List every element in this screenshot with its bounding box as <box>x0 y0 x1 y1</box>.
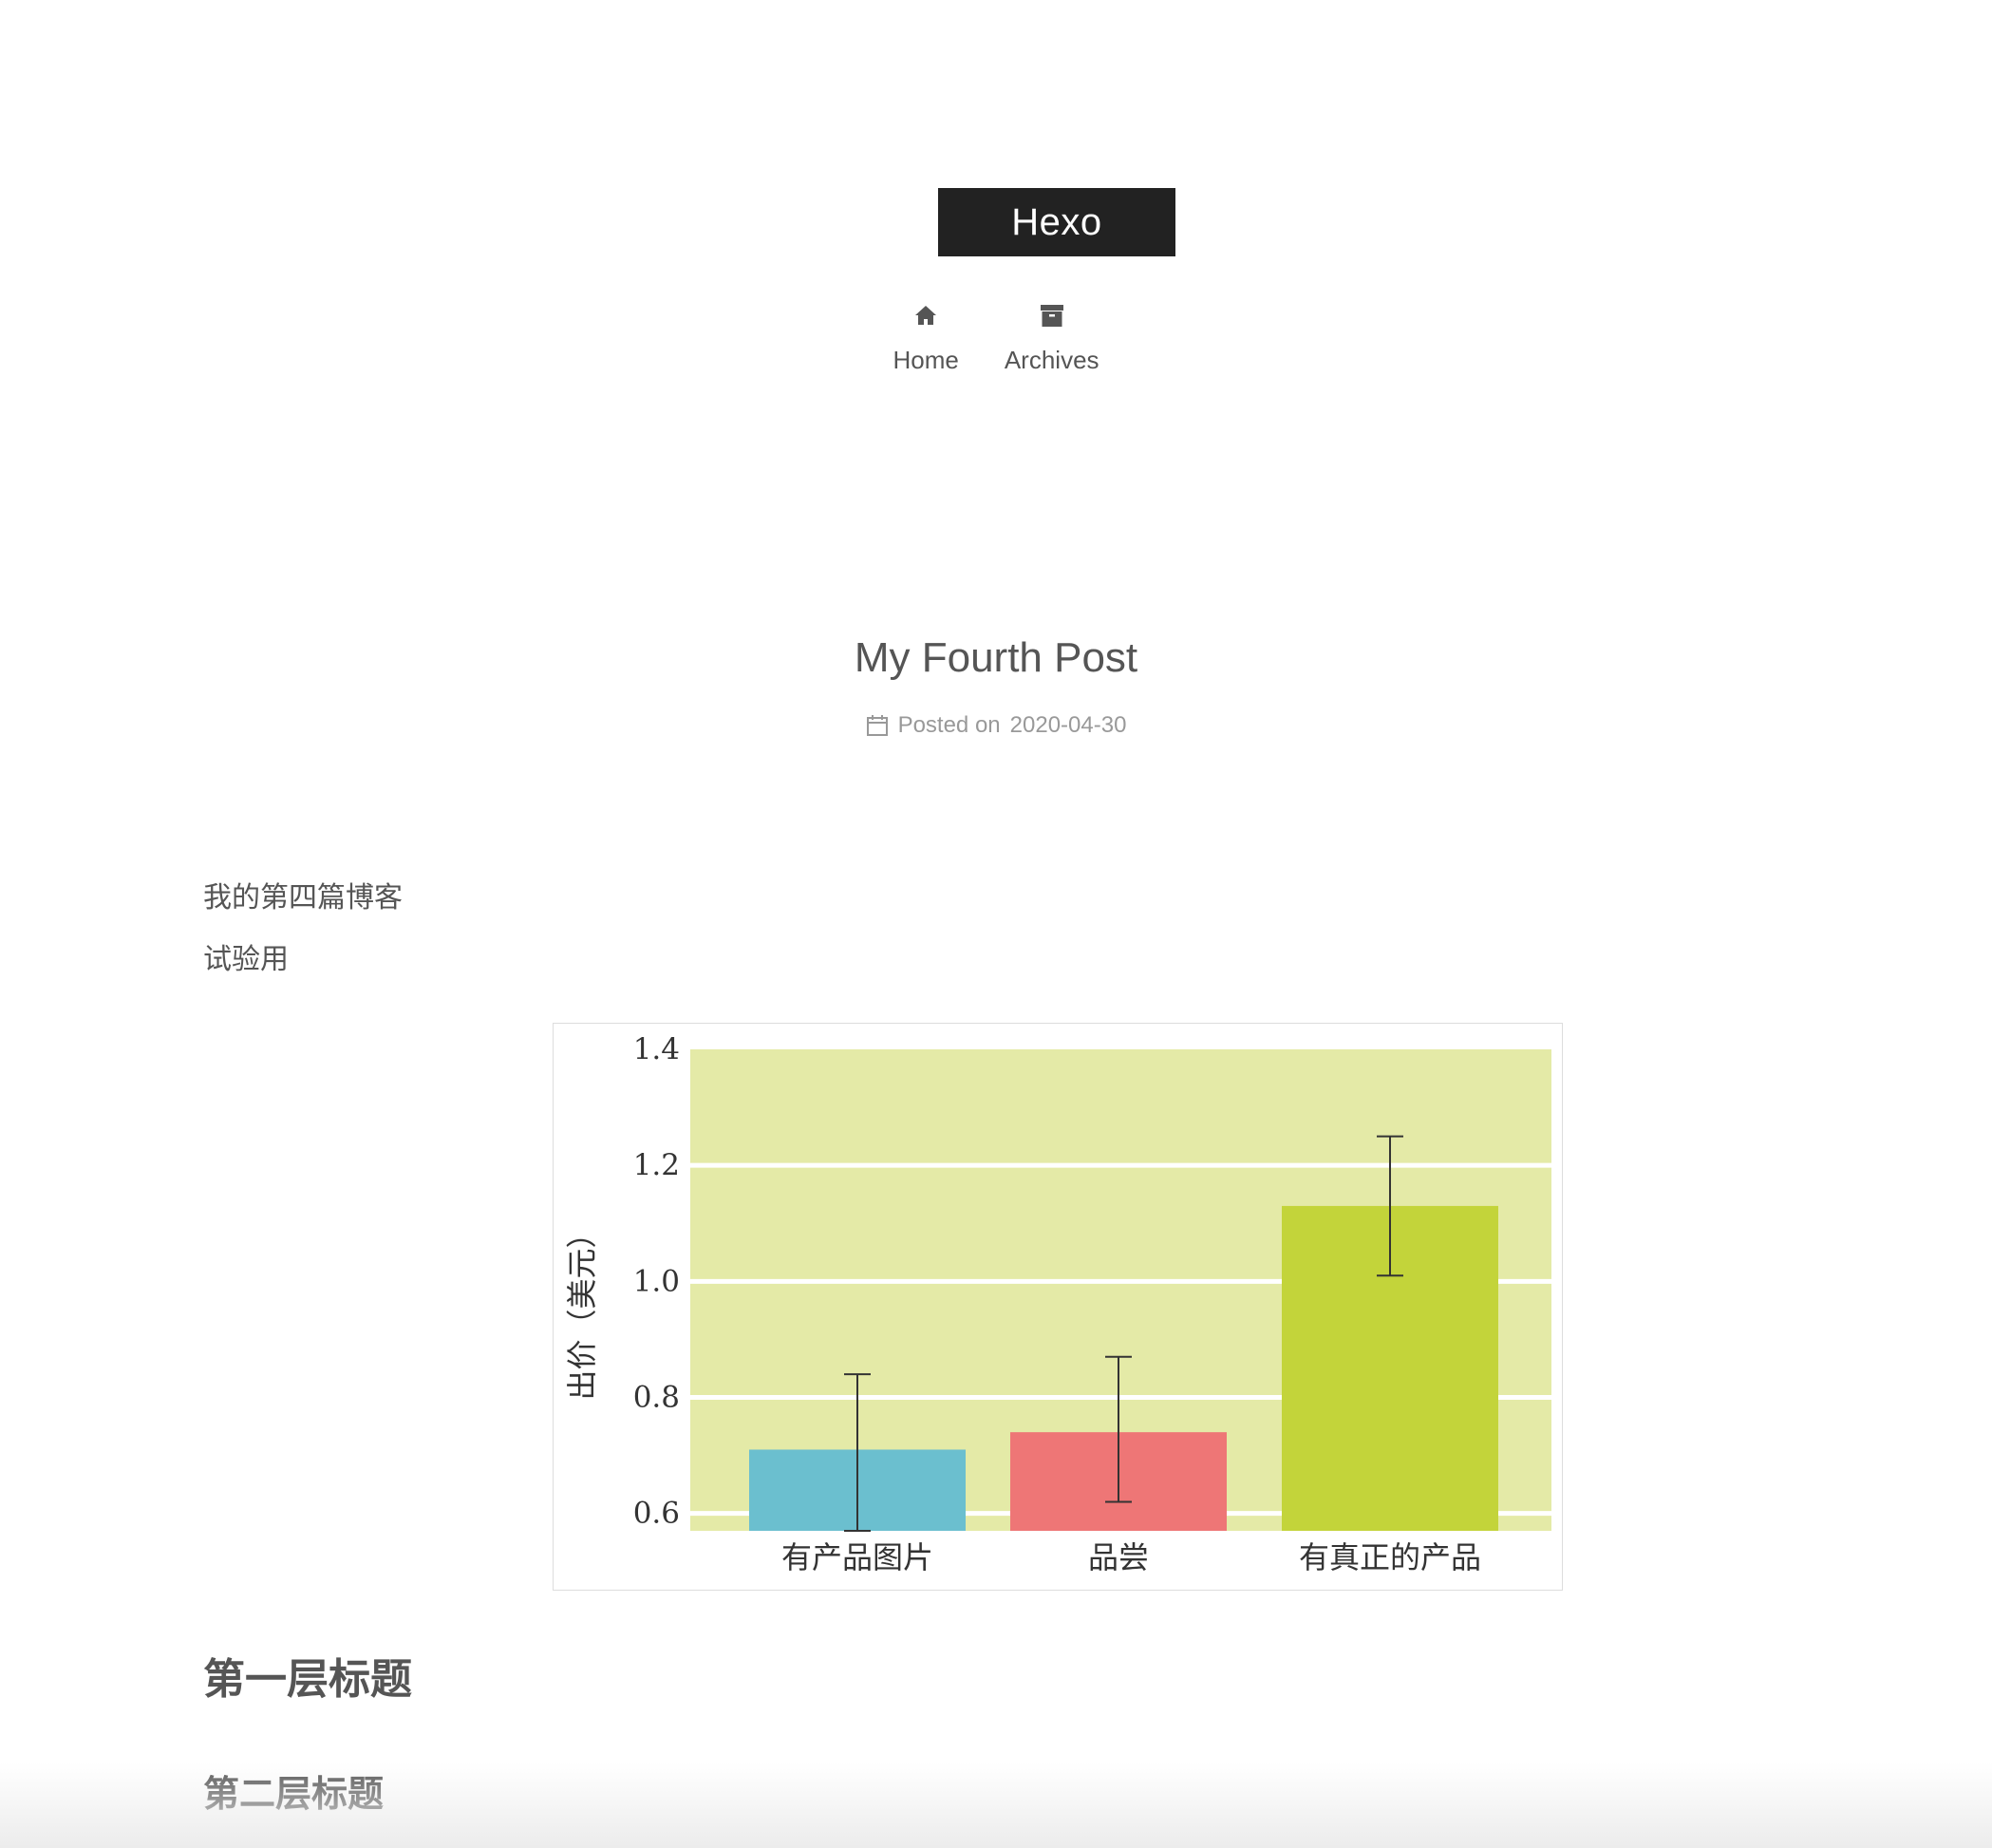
post-image-chart: 0.6 0.8 1.0 1.2 1.4 出价（美元） 有产品图片 品尝 有真正的产品 <box>553 1023 1563 1591</box>
page: Hexo Home Archives My Fourth Post Posted… <box>0 0 1992 1848</box>
y-tick-label: 1.2 <box>633 1148 680 1182</box>
heading-level-1: 第一层标题 <box>203 1656 412 1703</box>
post-title[interactable]: My Fourth Post <box>0 634 1992 682</box>
y-tick-label: 1.0 <box>633 1264 680 1298</box>
heading-level-2: 第二层标题 <box>203 1775 385 1815</box>
home-icon <box>912 302 939 329</box>
main-menu: Home Archives <box>0 302 1992 375</box>
menu-item-home[interactable]: Home <box>889 302 962 375</box>
menu-item-label: Archives <box>1004 346 1099 374</box>
bar-chart: 0.6 0.8 1.0 1.2 1.4 出价（美元） 有产品图片 品尝 有真正的产品 <box>564 1032 1551 1575</box>
post-meta: Posted on 2020-04-30 <box>0 712 1992 739</box>
x-tick-label: 品尝 <box>1088 1539 1149 1575</box>
calendar-icon <box>866 714 889 737</box>
y-axis-label: 出价（美元） <box>564 1217 600 1400</box>
site-brand[interactable]: Hexo <box>938 188 1175 256</box>
menu-item-label: Home <box>893 346 959 374</box>
archive-icon <box>1039 302 1065 329</box>
post-paragraph-2: 试验用 <box>203 944 289 975</box>
x-tick-label: 有真正的产品 <box>1299 1539 1481 1575</box>
y-tick-label: 0.8 <box>633 1381 680 1415</box>
post-meta-label: Posted on <box>897 712 1001 738</box>
y-tick-label: 1.4 <box>633 1032 680 1066</box>
x-tick-label: 有产品图片 <box>781 1539 933 1575</box>
menu-item-archives[interactable]: Archives <box>1001 302 1103 375</box>
post-date[interactable]: 2020-04-30 <box>1010 712 1127 739</box>
y-tick-label: 0.6 <box>633 1497 680 1531</box>
post-paragraph-1: 我的第四篇博客 <box>203 882 403 914</box>
